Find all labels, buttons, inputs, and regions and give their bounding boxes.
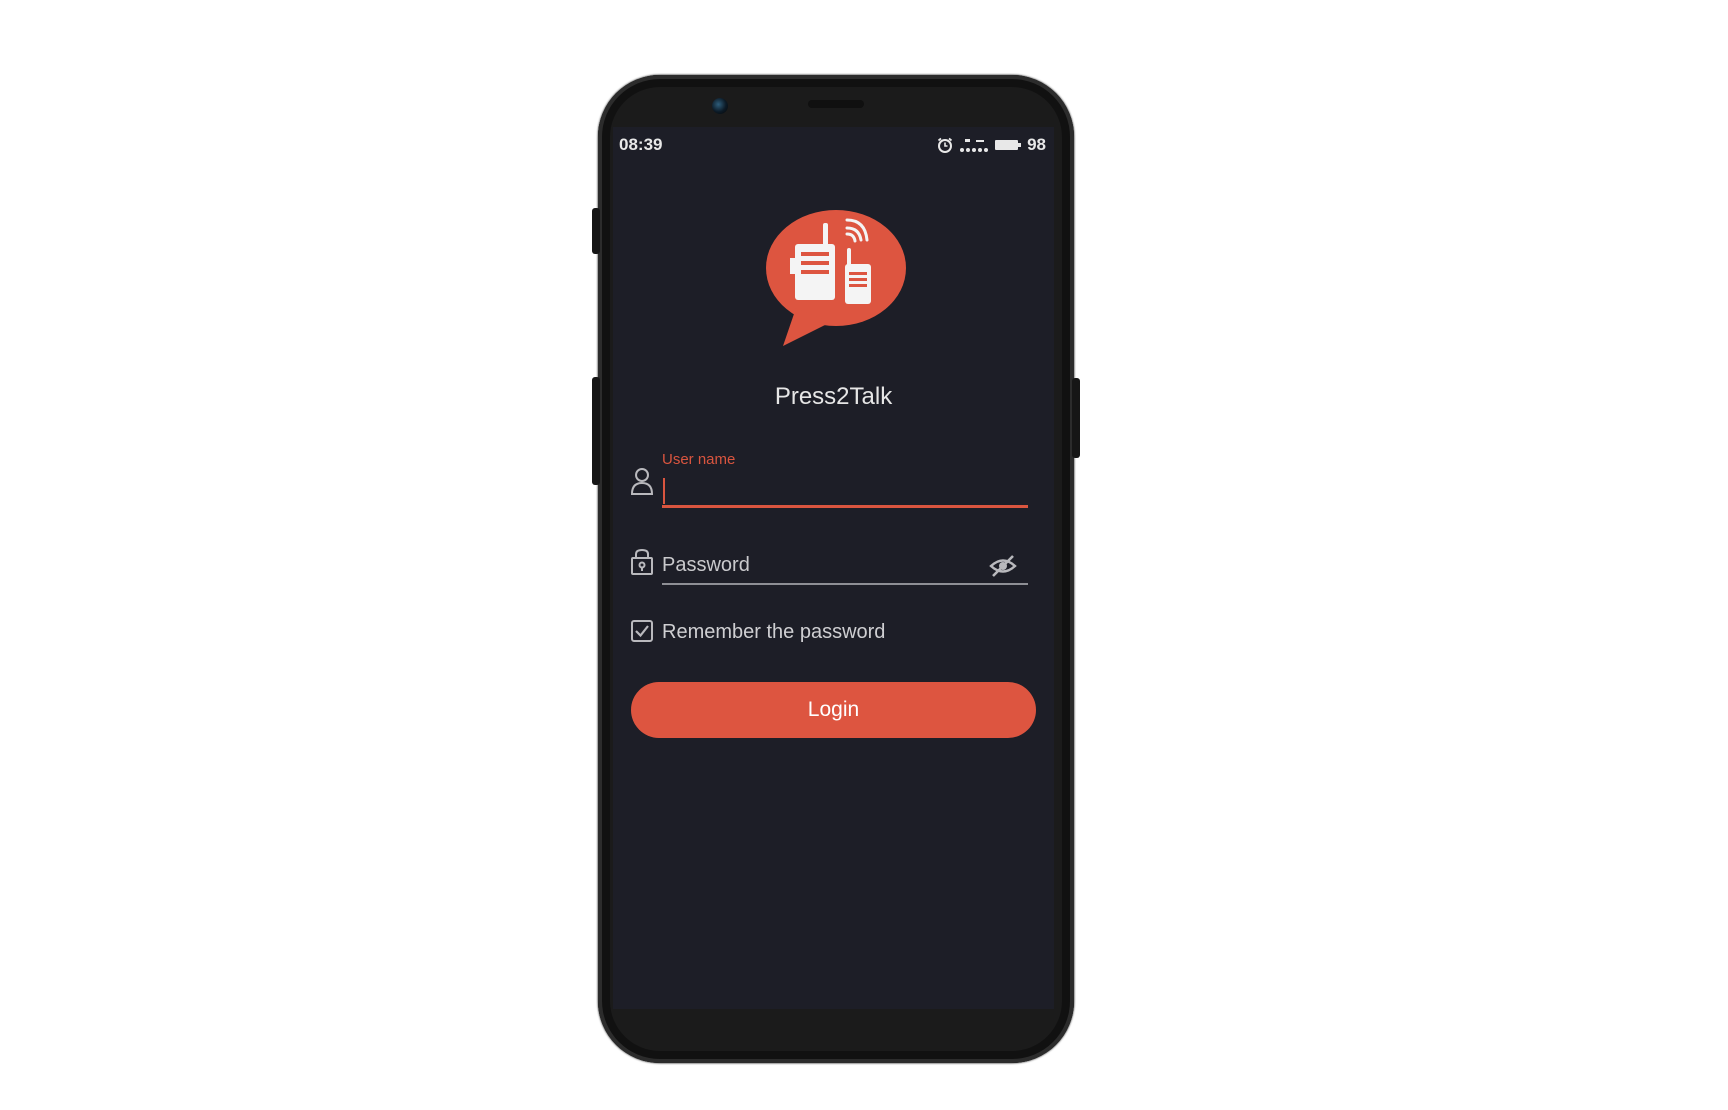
login-button[interactable]: Login [631,682,1036,738]
battery-level: 98 [1027,135,1046,154]
remember-password-checkbox[interactable] [630,619,654,648]
status-icons: 98 [937,135,1046,155]
remember-password-label[interactable]: Remember the password [662,621,885,644]
lock-icon [630,548,654,581]
app-logo [761,206,911,354]
hide-password-icon[interactable] [989,554,1017,583]
user-icon [630,467,654,500]
alarm-icon [937,137,953,153]
app-title: Press2Talk [774,383,893,410]
app-screen: 08:39 98 Press2Talk User name Remember t… [613,127,1054,1009]
status-bar: 08:39 98 [613,127,1054,161]
text-cursor [663,478,665,504]
front-camera [712,98,728,114]
signal-icon [959,137,989,153]
password-input[interactable] [662,547,1028,585]
username-input[interactable] [662,475,1028,508]
battery-icon [995,138,1022,152]
phone-power-button [1072,378,1080,458]
status-time: 08:39 [619,135,663,154]
username-label: User name [662,451,736,468]
phone-volume-button [592,377,600,485]
phone-side-button [592,208,600,254]
earpiece-speaker [808,100,864,108]
